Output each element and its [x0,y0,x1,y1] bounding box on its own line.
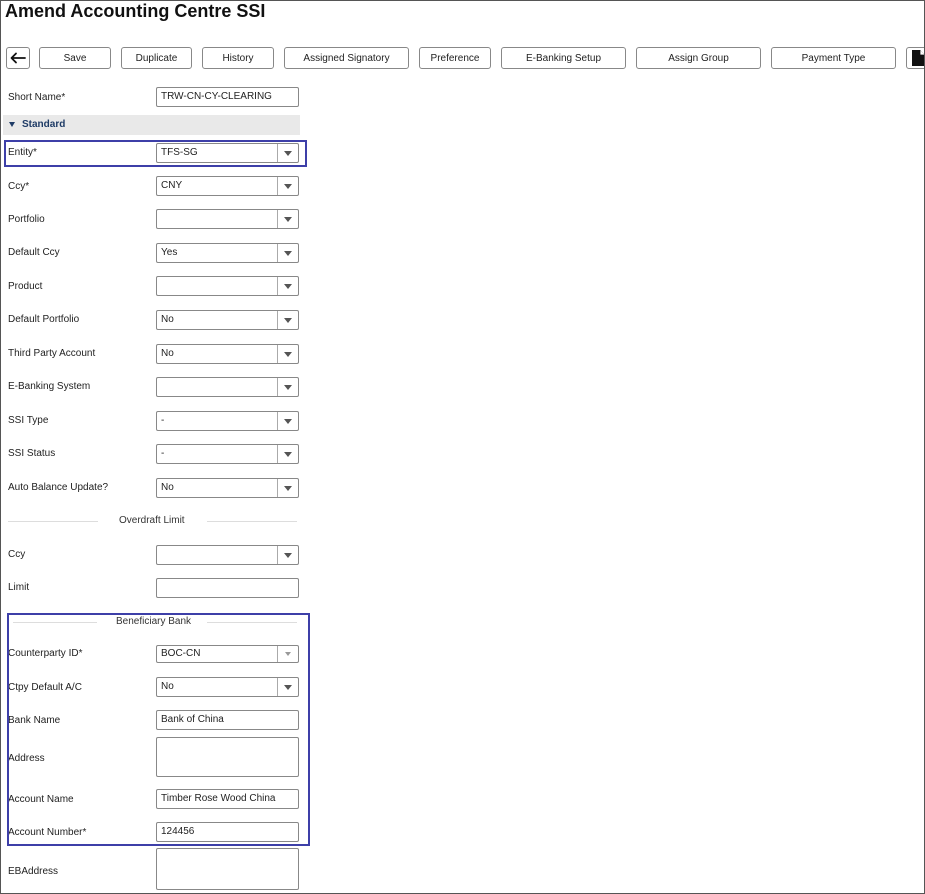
app-frame: Amend Accounting Centre SSI Save Duplica… [0,0,925,894]
arrow-left-icon [10,52,26,64]
overdraft-ccy-label: Ccy [8,549,26,560]
limit-label: Limit [8,582,30,593]
third-party-account-select[interactable]: No [156,344,299,364]
overdraft-limit-heading: Overdraft Limit [119,515,185,526]
default-ccy-select[interactable]: Yes [156,243,299,263]
triangle-down-icon [9,121,15,127]
chevron-down-icon[interactable] [277,311,298,329]
third-party-account-value: No [161,348,174,359]
default-portfolio-label: Default Portfolio [8,314,80,325]
overdraft-ccy-select[interactable] [156,545,299,565]
ebanking-system-select[interactable] [156,377,299,397]
ebanking-setup-button[interactable]: E-Banking Setup [501,47,626,69]
document-icon [912,50,924,66]
default-ccy-value: Yes [161,247,178,258]
product-label: Product [8,281,43,292]
default-ccy-label: Default Ccy [8,247,60,258]
standard-section-title: Standard [22,119,66,130]
divider-line [8,521,98,522]
third-party-account-label: Third Party Account [8,348,96,359]
limit-input[interactable] [156,578,299,598]
standard-section-header[interactable]: Standard [3,115,300,135]
short-name-input[interactable]: TRW-CN-CY-CLEARING [156,87,299,107]
ssi-status-value: - [161,448,165,459]
assigned-signatory-button[interactable]: Assigned Signatory [284,47,409,69]
ccy-select[interactable]: CNY [156,176,299,196]
portfolio-select[interactable] [156,209,299,229]
chevron-down-icon[interactable] [277,412,298,430]
ccy-label: Ccy* [8,181,30,192]
divider-line [207,521,297,522]
ssi-status-label: SSI Status [8,448,56,459]
short-name-label: Short Name* [8,92,66,103]
ssi-type-select[interactable]: - [156,411,299,431]
ssi-type-label: SSI Type [8,415,49,426]
chevron-down-icon[interactable] [277,210,298,228]
document-button[interactable] [906,47,924,69]
ssi-status-select[interactable]: - [156,444,299,464]
entity-highlight-box [4,140,307,167]
chevron-down-icon[interactable] [277,378,298,396]
ebaddress-textarea[interactable] [156,848,299,890]
product-select[interactable] [156,276,299,296]
chevron-down-icon[interactable] [277,345,298,363]
beneficiary-bank-highlight-box [7,613,310,846]
ebaddress-label: EBAddress [8,866,59,877]
duplicate-button[interactable]: Duplicate [121,47,192,69]
back-button[interactable] [6,47,30,69]
chevron-down-icon[interactable] [277,479,298,497]
assign-group-button[interactable]: Assign Group [636,47,761,69]
auto-balance-update-select[interactable]: No [156,478,299,498]
default-portfolio-value: No [161,314,174,325]
history-button[interactable]: History [202,47,274,69]
auto-balance-update-value: No [161,482,174,493]
payment-type-button[interactable]: Payment Type [771,47,896,69]
ssi-type-value: - [161,415,165,426]
ebanking-system-label: E-Banking System [8,381,91,392]
portfolio-label: Portfolio [8,214,45,225]
chevron-down-icon[interactable] [277,445,298,463]
ccy-value: CNY [161,180,183,191]
page-title: Amend Accounting Centre SSI [5,1,266,21]
preference-button[interactable]: Preference [419,47,491,69]
chevron-down-icon[interactable] [277,546,298,564]
chevron-down-icon[interactable] [277,277,298,295]
chevron-down-icon[interactable] [277,177,298,195]
chevron-down-icon[interactable] [277,244,298,262]
auto-balance-update-label: Auto Balance Update? [8,482,109,493]
default-portfolio-select[interactable]: No [156,310,299,330]
save-button[interactable]: Save [39,47,111,69]
